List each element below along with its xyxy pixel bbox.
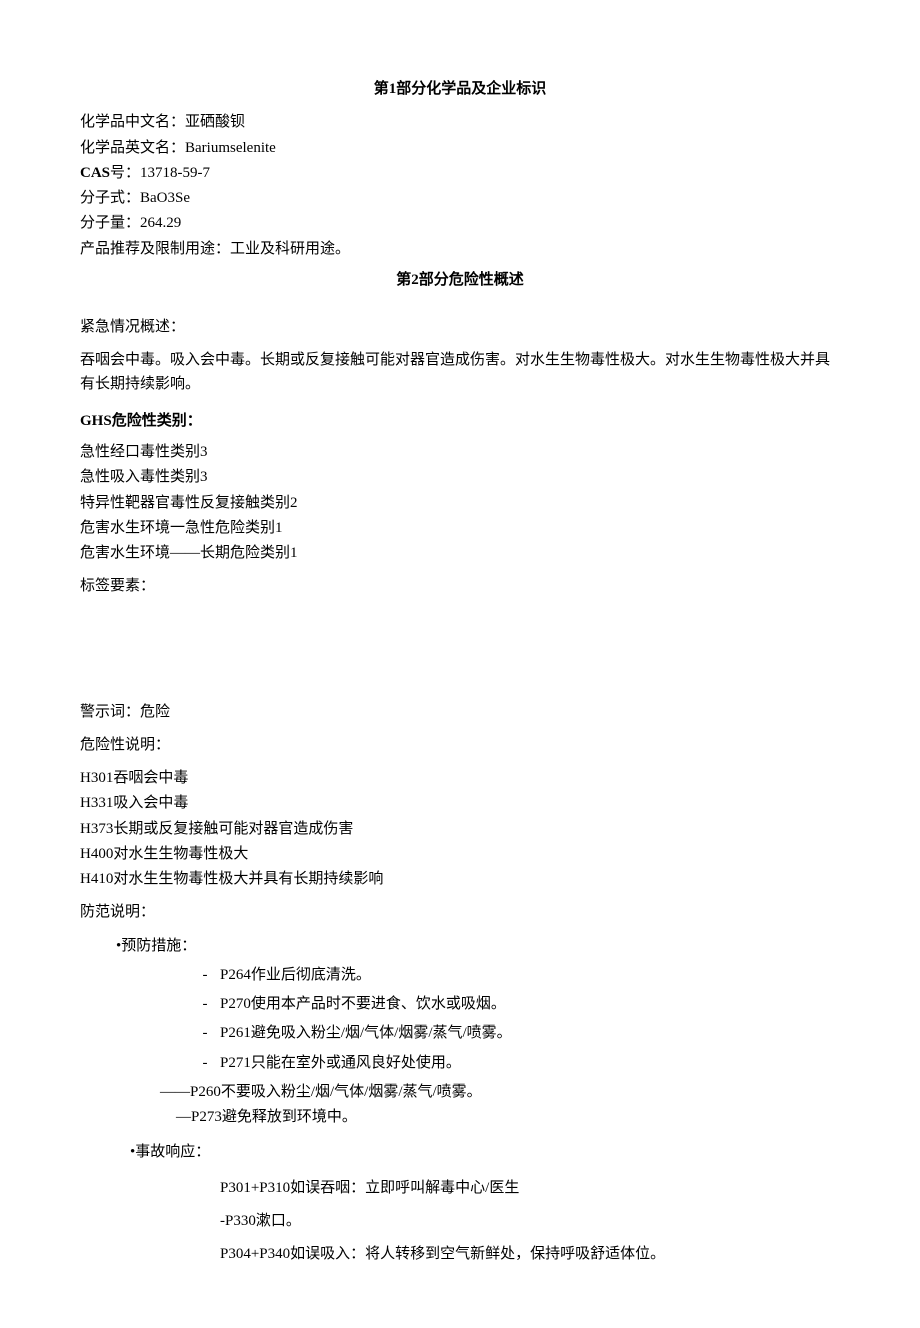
dash-icon: - [190,1022,220,1045]
prevention-item: -P261避免吸入粉尘/烟/气体/烟雾/蒸气/喷雾。 [80,1022,840,1045]
formula-line: 分子式：BaO3Se [80,187,840,210]
label-elements-heading: 标签要素： [80,575,840,598]
prevention-text: P270使用本产品时不要进食、饮水或吸烟。 [220,996,506,1012]
usage-value: 工业及科研用途。 [230,241,350,257]
prevention-label: •预防措施： [80,935,840,958]
response-label: •事故响应： [80,1141,840,1164]
dash-icon: - [190,993,220,1016]
ghs-class-item: 危害水生环境一急性危险类别1 [80,517,840,540]
emergency-text: 吞咽会中毒。吸入会中毒。长期或反复接触可能对器官造成伤害。对水生生物毒性极大。对… [80,349,840,396]
prevention-item: -P264作业后彻底清洗。 [80,964,840,987]
formula-value: BaO3Se [140,190,190,206]
usage-line: 产品推荐及限制用途：工业及科研用途。 [80,238,840,261]
prevention-tail: ——P260不要吸入粉尘/烟/气体/烟雾/蒸气/喷雾。 [80,1081,840,1104]
hazard-statement: H400对水生生物毒性极大 [80,843,840,866]
signal-word-line: 警示词：危险 [80,701,840,724]
name-en-line: 化学品英文名：Bariumselenite [80,137,840,160]
s2-num: 2 [411,272,419,288]
cas-label: CAS [80,165,110,181]
section2-title: 第2部分危险性概述 [80,269,840,292]
ghs-class-item: 急性吸入毒性类别3 [80,466,840,489]
signal-word-label: 警示词： [80,704,140,720]
name-cn-value: 亚硒酸钡 [185,114,245,130]
mw-label: 分子量： [80,215,140,231]
ghs-class-item: 危害水生环境——长期危险类别1 [80,542,840,565]
prevention-item: -P271只能在室外或通风良好处使用。 [80,1052,840,1075]
usage-label: 产品推荐及限制用途： [80,241,230,257]
response-item: P304+P340如误吸入：将人转移到空气新鲜处，保持呼吸舒适体位。 [80,1243,840,1266]
name-en-value: Bariumselenite [185,140,276,156]
ghs-class-item: 急性经口毒性类别3 [80,441,840,464]
mw-value: 264.29 [140,215,181,231]
response-item: P301+P310如误吞咽：立即呼叫解毒中心/医生 [80,1177,840,1200]
cas-value: 13718-59-7 [140,165,210,181]
name-en-label: 化学品英文名： [80,140,185,156]
ghs-suffix: 危险性类别： [112,413,202,429]
cas-sep: 号： [110,165,140,181]
dash-icon: - [190,964,220,987]
s2-suffix: 部分危险性概述 [419,272,524,288]
name-cn-label: 化学品中文名： [80,114,185,130]
hazard-heading: 危险性说明： [80,734,840,757]
section1-title: 第1部分化学品及企业标识 [80,78,840,101]
prevention-text: P264作业后彻底清洗。 [220,967,371,983]
emergency-heading: 紧急情况概述： [80,316,840,339]
s1-suffix: 部分化学品及企业标识 [396,81,546,97]
prevention-item: -P270使用本产品时不要进食、饮水或吸烟。 [80,993,840,1016]
hazard-statement: H331吸入会中毒 [80,792,840,815]
ghs-class-item: 特异性靶器官毒性反复接触类别2 [80,492,840,515]
hazard-statement: H373长期或反复接触可能对器官造成伤害 [80,818,840,841]
name-cn-line: 化学品中文名：亚硒酸钡 [80,111,840,134]
formula-label: 分子式： [80,190,140,206]
prevention-tail: —P273避免释放到环境中。 [80,1106,840,1129]
mw-line: 分子量：264.29 [80,212,840,235]
prevention-text: P271只能在室外或通风良好处使用。 [220,1055,461,1071]
cas-line: CAS号：13718-59-7 [80,162,840,185]
response-item: -P330漱口。 [80,1210,840,1233]
ghs-heading: GHS危险性类别： [80,410,840,433]
hazard-statement: H301吞咽会中毒 [80,767,840,790]
prevention-text: P261避免吸入粉尘/烟/气体/烟雾/蒸气/喷雾。 [220,1025,512,1041]
dash-icon: - [190,1052,220,1075]
ghs-prefix: GHS [80,413,112,429]
hazard-statement: H410对水生生物毒性极大并具有长期持续影响 [80,868,840,891]
signal-word-value: 危险 [140,704,170,720]
pictogram-placeholder [80,609,840,699]
s1-prefix: 第 [374,81,389,97]
precaution-heading: 防范说明： [80,901,840,924]
s2-prefix: 第 [396,272,411,288]
